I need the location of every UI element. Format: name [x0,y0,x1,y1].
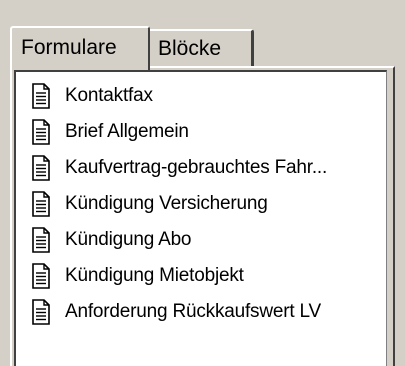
list-item[interactable]: Anforderung Rückkaufswert LV [31,297,321,327]
list-item-label: Kündigung Abo [65,229,192,250]
list-item-label: Brief Allgemein [65,121,189,142]
document-icon [32,155,50,181]
tab-formulare[interactable]: Formulare [10,26,150,70]
tab-bloecke[interactable]: Blöcke [150,29,254,67]
list-item[interactable]: Kündigung Versicherung [31,189,268,219]
list-item[interactable]: Kontaktfax [31,81,153,111]
document-icon [32,191,50,217]
document-icon [32,227,50,253]
list-item-label: Kontaktfax [65,85,153,106]
list-item[interactable]: Kündigung Mietobjekt [31,261,244,291]
list-item-label: Anforderung Rückkaufswert LV [65,301,321,322]
tab-formulare-label: Formulare [21,36,117,59]
document-icon [32,299,50,325]
list-item-label: Kaufvertrag-gebrauchtes Fahr... [65,157,328,178]
document-icon [32,119,50,145]
list-item[interactable]: Kaufvertrag-gebrauchtes Fahr... [31,153,327,183]
tab-bloecke-label: Blöcke [158,37,222,60]
document-icon [32,83,50,109]
list-frame: Kontaktfax Brief Allgemein Kaufvertrag-g… [10,66,395,366]
forms-list[interactable]: Kontaktfax Brief Allgemein Kaufvertrag-g… [14,70,387,366]
document-icon [32,263,50,289]
list-item-label: Kündigung Versicherung [65,193,268,214]
list-item[interactable]: Brief Allgemein [31,117,189,147]
list-item-label: Kündigung Mietobjekt [65,265,244,286]
forms-panel: Formulare Blöcke Kontaktfax Brief Allgem… [0,0,405,366]
list-item[interactable]: Kündigung Abo [31,225,192,255]
